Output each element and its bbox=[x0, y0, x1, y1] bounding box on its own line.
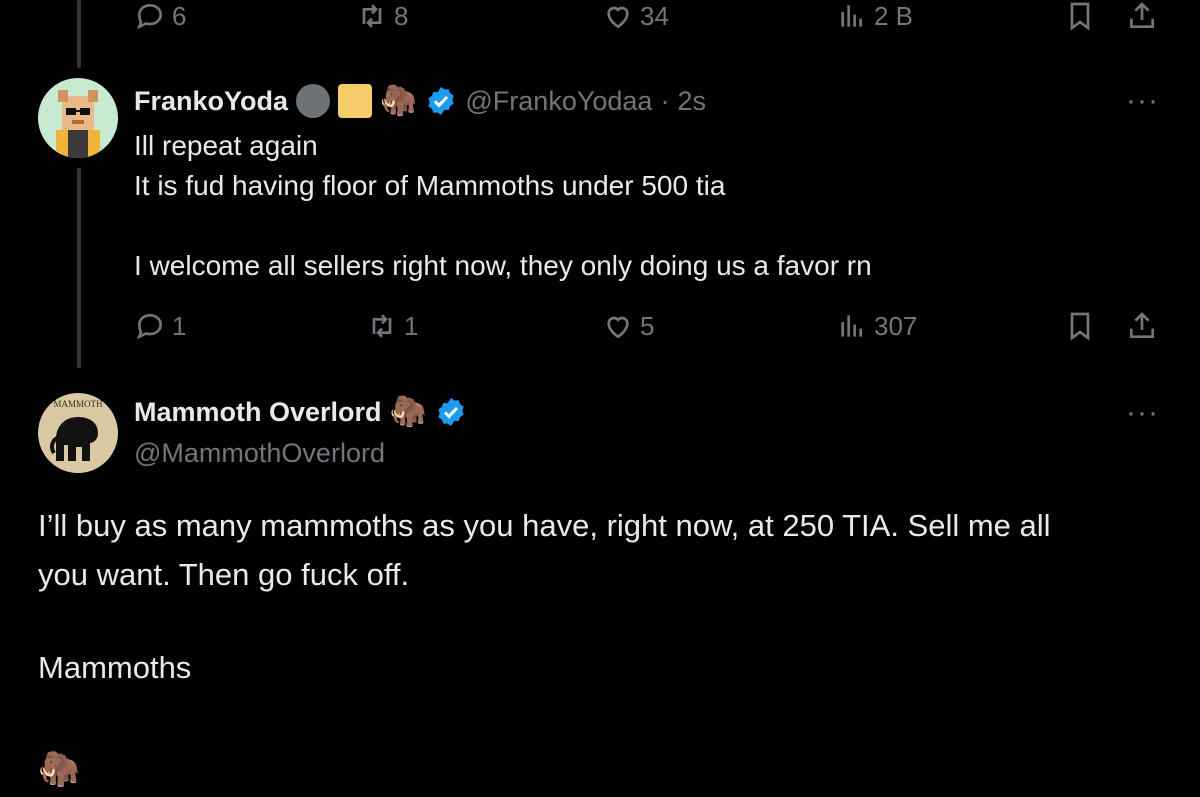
repost-button[interactable]: 8 bbox=[356, 0, 408, 32]
reply-tweet-text-line2: It is fud having floor of Mammoths under… bbox=[134, 170, 726, 201]
more-options-button[interactable]: ··· bbox=[1126, 396, 1159, 430]
share-button[interactable] bbox=[1126, 0, 1158, 32]
mammoth-emoji-icon: 🦣 bbox=[380, 84, 418, 117]
views-icon bbox=[841, 5, 862, 27]
avatar-frankoyoda[interactable] bbox=[38, 78, 118, 158]
display-name[interactable]: Mammoth Overlord bbox=[134, 397, 382, 428]
reply-button[interactable]: 1 bbox=[134, 310, 186, 342]
reply-tweet-header: FrankoYoda 🦣 @FrankoYodaa · 2s bbox=[134, 84, 706, 118]
separator-dot: · bbox=[660, 85, 670, 116]
views-count: 2 B bbox=[874, 0, 914, 31]
like-count: 34 bbox=[640, 0, 669, 31]
repost-count: 1 bbox=[404, 310, 419, 341]
reply-count: 6 bbox=[172, 0, 187, 31]
mammoth-emoji-icon: 🦣 bbox=[38, 750, 81, 788]
reply-count: 1 bbox=[172, 310, 187, 341]
handle[interactable]: @MammothOverlord bbox=[134, 438, 385, 469]
verified-badge-icon bbox=[428, 87, 455, 115]
reply-tweet-text-line1: Ill repeat again bbox=[134, 130, 318, 161]
mammoth-logo-avatar-icon: MAMMOTH bbox=[50, 399, 103, 461]
yellow-square-badge-icon bbox=[338, 84, 373, 118]
repost-icon bbox=[372, 314, 392, 338]
views-count: 307 bbox=[874, 310, 918, 341]
bookmark-button[interactable] bbox=[1064, 310, 1096, 342]
mammoth-emoji-icon: 🦣 bbox=[389, 395, 427, 428]
views-button[interactable]: 2 B bbox=[836, 0, 913, 32]
reply-icon bbox=[137, 3, 163, 30]
like-button[interactable]: 5 bbox=[602, 310, 654, 342]
like-count: 5 bbox=[640, 310, 655, 341]
pixel-cat-avatar-icon bbox=[56, 90, 100, 158]
bookmark-icon bbox=[1070, 2, 1090, 31]
share-icon bbox=[1130, 2, 1154, 28]
share-button[interactable] bbox=[1126, 310, 1158, 342]
main-tweet-text-line2: you want. Then go fuck off. bbox=[38, 557, 410, 592]
bookmark-icon bbox=[1070, 312, 1090, 341]
display-name[interactable]: FrankoYoda bbox=[134, 86, 288, 117]
views-button[interactable]: 307 bbox=[836, 310, 917, 342]
like-icon bbox=[607, 6, 629, 29]
like-button[interactable]: 34 bbox=[602, 0, 669, 32]
grey-circle-badge-icon bbox=[296, 84, 331, 118]
more-options-button[interactable]: ··· bbox=[1126, 84, 1159, 118]
share-icon bbox=[1130, 312, 1154, 338]
avatar-ring-text: MAMMOTH bbox=[53, 399, 103, 409]
main-tweet-text-line1: I’ll buy as many mammoths as you have, r… bbox=[38, 508, 1051, 543]
reply-button[interactable]: 6 bbox=[134, 0, 186, 32]
repost-count: 8 bbox=[394, 0, 409, 31]
verified-badge-icon bbox=[438, 398, 464, 426]
handle[interactable]: @FrankoYodaa bbox=[465, 86, 652, 117]
repost-icon bbox=[362, 4, 382, 28]
reply-tweet-text-line3: I welcome all sellers right now, they on… bbox=[134, 250, 872, 281]
reply-icon bbox=[137, 313, 163, 340]
thread-line-bottom bbox=[77, 168, 81, 368]
like-icon bbox=[607, 316, 629, 339]
thread-line-top bbox=[77, 0, 81, 68]
main-tweet-text-line3: Mammoths bbox=[38, 650, 192, 685]
main-tweet-header: Mammoth Overlord 🦣 bbox=[134, 396, 467, 428]
bookmark-button[interactable] bbox=[1064, 0, 1096, 32]
timestamp[interactable]: 2s bbox=[677, 86, 706, 117]
views-icon bbox=[841, 315, 862, 337]
repost-button[interactable]: 1 bbox=[366, 310, 418, 342]
avatar-mammothoverlord[interactable]: MAMMOTH bbox=[38, 393, 118, 473]
